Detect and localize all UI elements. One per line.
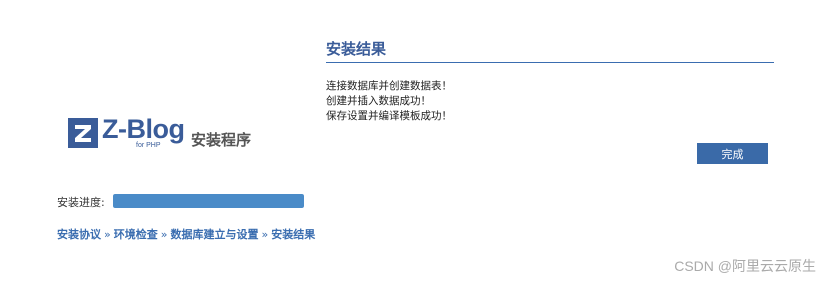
install-steps-breadcrumb: 安装协议» 环境检查» 数据库建立与设置» 安装结果: [57, 226, 315, 242]
step-separator: »: [104, 228, 111, 241]
progress-label: 安装进度:: [57, 196, 105, 209]
logo-sub-text: for PHP: [136, 142, 161, 149]
csdn-watermark: CSDN @阿里云云原生: [674, 258, 816, 274]
progress-bar: [113, 194, 304, 208]
progress-bar-fill: [113, 194, 304, 208]
zblog-z-icon: [68, 118, 98, 148]
installer-title: 安装程序: [191, 131, 252, 149]
result-title: 安装结果: [326, 40, 387, 58]
logo-brand-text: Z-Blog: [102, 114, 185, 144]
result-messages: 连接数据库并创建数据表！ 创建并插入数据成功！ 保存设置并编译模板成功！: [326, 79, 452, 124]
step-license[interactable]: 安装协议: [57, 228, 101, 241]
result-message: 连接数据库并创建数据表！: [326, 80, 452, 92]
step-separator: »: [160, 228, 168, 241]
step-install-result[interactable]: 安装结果: [271, 228, 315, 241]
step-database-setup[interactable]: 数据库建立与设置: [170, 228, 258, 241]
finish-button[interactable]: 完成: [697, 143, 768, 164]
result-message: 创建并插入数据成功！: [326, 95, 431, 107]
step-separator: »: [261, 228, 269, 241]
result-message: 保存设置并编译模板成功！: [326, 110, 452, 122]
result-divider: [326, 62, 774, 63]
step-environment-check[interactable]: 环境检查: [114, 228, 158, 241]
